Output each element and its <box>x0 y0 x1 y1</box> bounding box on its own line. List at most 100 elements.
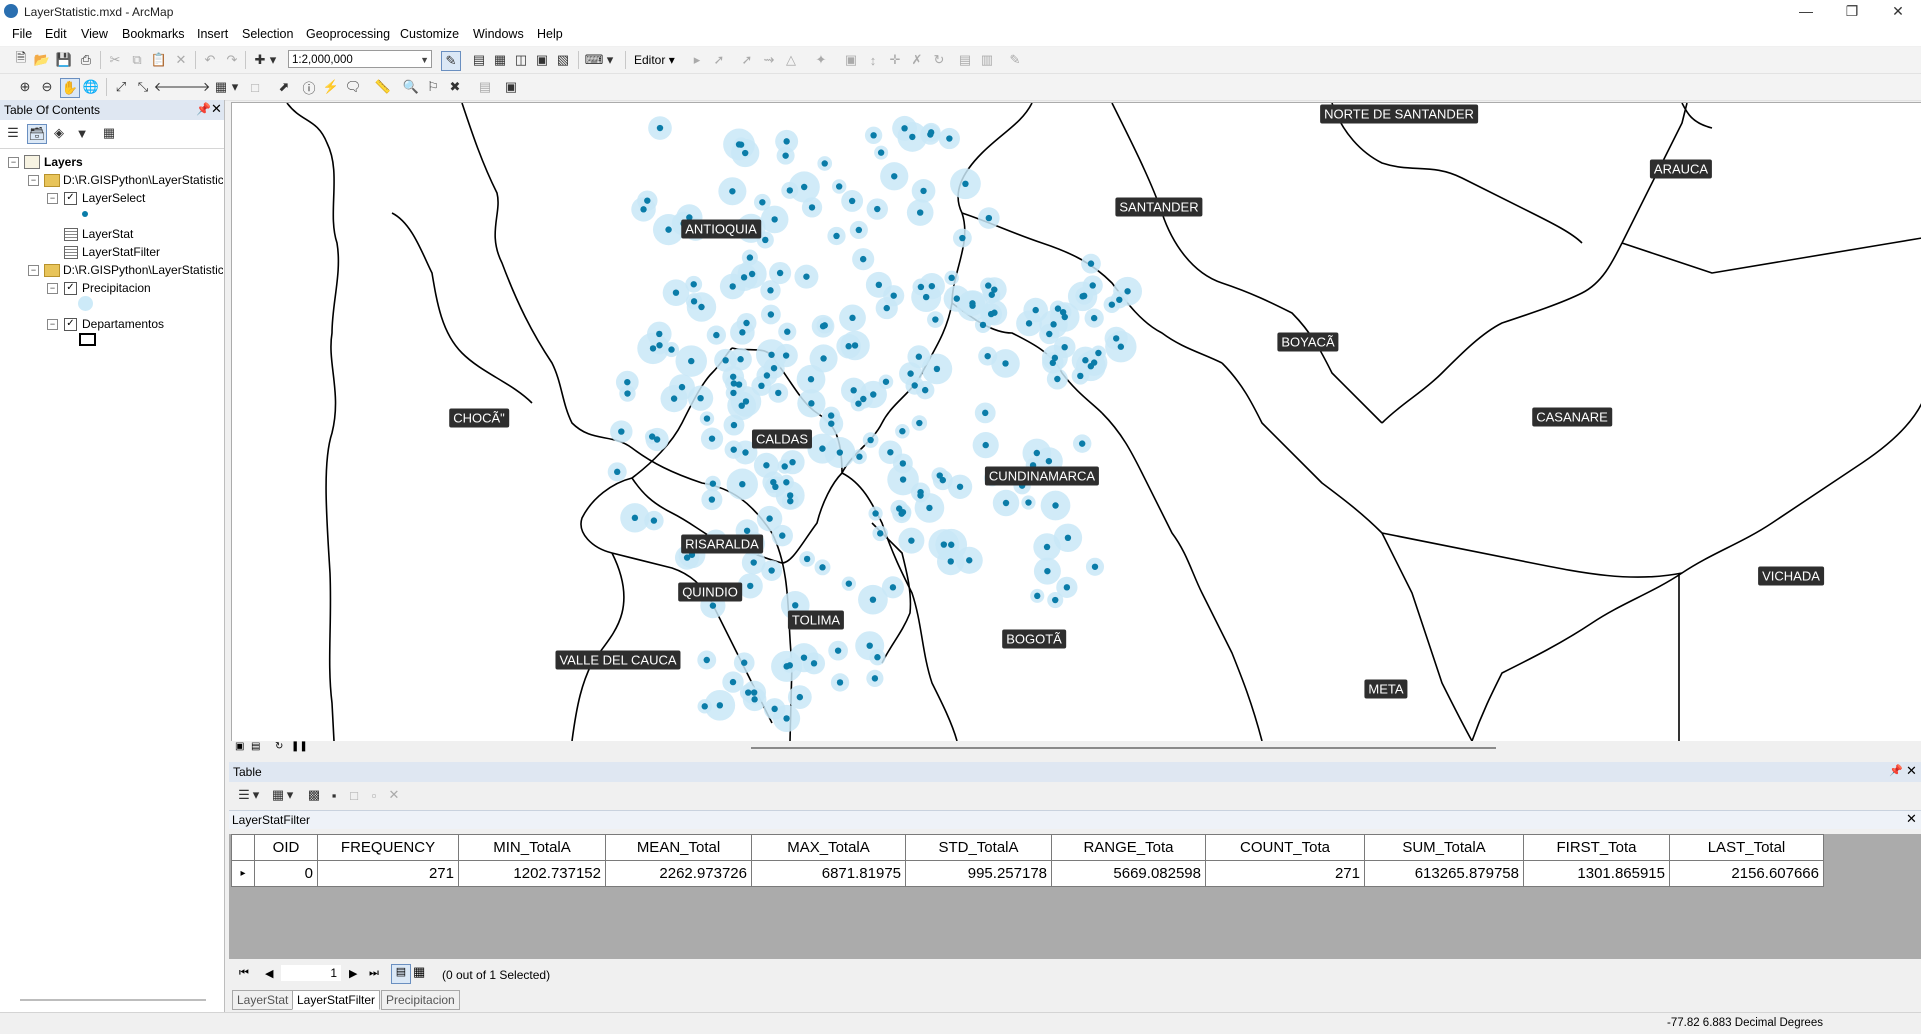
catalog-icon[interactable]: ▦ <box>491 51 509 69</box>
table-cell[interactable]: 6871.81975 <box>751 860 906 887</box>
arctoolbox-icon[interactable]: ▣ <box>533 51 551 69</box>
column-header[interactable]: FREQUENCY <box>317 834 459 861</box>
table-cell[interactable]: 2262.973726 <box>605 860 752 887</box>
model-builder-icon[interactable]: ⌨ <box>585 51 604 69</box>
last-record-icon[interactable]: ⏭ <box>369 967 379 980</box>
menu-windows[interactable]: Windows <box>473 27 524 41</box>
data-view-icon[interactable]: ▣ <box>235 741 244 752</box>
reshape-icon[interactable]: ↕ <box>864 51 882 69</box>
show-all-records-icon[interactable]: ▤ <box>391 964 411 984</box>
full-extent-icon[interactable]: 🌐 <box>82 78 100 96</box>
pin-icon[interactable]: 📌 <box>1889 764 1903 777</box>
cut-polygons-icon[interactable]: ✛ <box>886 51 904 69</box>
column-header[interactable]: COUNT_Tota <box>1205 834 1365 861</box>
viewer-window-icon[interactable]: ▣ <box>502 78 520 96</box>
undo-icon[interactable]: ↶ <box>201 51 219 69</box>
time-slider-icon[interactable]: ▤ <box>476 78 494 96</box>
show-selected-records-icon[interactable]: ▦ <box>413 964 425 980</box>
menu-file[interactable]: File <box>12 27 32 41</box>
find-route-icon[interactable]: ⚐ <box>424 78 442 96</box>
layout-view-icon[interactable]: ▤ <box>251 741 260 752</box>
list-by-selection-icon[interactable]: ▼ <box>73 124 91 142</box>
chevron-down-icon[interactable]: ▾ <box>605 51 615 69</box>
list-by-drawing-order-icon[interactable]: ☰ <box>4 124 22 142</box>
pause-icon[interactable]: ❚❚ <box>291 741 308 752</box>
menu-insert[interactable]: Insert <box>197 27 228 41</box>
open-folder-icon[interactable]: 📂 <box>33 51 51 69</box>
close-window-button[interactable]: ✕ <box>1875 0 1921 24</box>
find-icon[interactable]: 🔍 <box>402 78 420 96</box>
delete-selected-icon[interactable]: ✕ <box>385 786 403 804</box>
delete-icon[interactable]: ✕ <box>172 51 190 69</box>
clear-selection-icon[interactable]: □ <box>246 78 264 96</box>
hyperlink-icon[interactable]: ⚡ <box>322 78 340 96</box>
collapse-layerselect-toggle[interactable]: − <box>47 193 58 204</box>
table-cell[interactable]: 1202.737152 <box>458 860 606 887</box>
print-icon[interactable]: ⎙ <box>77 51 95 69</box>
precipitacion-visibility-checkbox[interactable]: ✓ <box>64 282 77 295</box>
split-tool-icon[interactable]: ✦ <box>812 51 830 69</box>
menu-view[interactable]: View <box>81 27 108 41</box>
switch-selection-icon[interactable]: ▪ <box>325 786 343 804</box>
trace-icon[interactable]: ⇝ <box>760 51 778 69</box>
table-cell[interactable]: 995.257178 <box>905 860 1052 887</box>
fixed-zoom-in-icon[interactable]: ⤢ <box>112 78 130 96</box>
collapse-group2-toggle[interactable]: − <box>28 265 39 276</box>
first-record-icon[interactable]: ⏮ <box>239 967 249 980</box>
menu-geoprocessing[interactable]: Geoprocessing <box>306 27 390 41</box>
table-row[interactable]: ▸ 0 271 1202.737152 2262.973726 6871.819… <box>231 860 1824 887</box>
create-features-icon[interactable]: ✎ <box>1006 51 1024 69</box>
column-header[interactable]: MIN_TotalA <box>458 834 606 861</box>
redo-icon[interactable]: ↷ <box>223 51 241 69</box>
tab-layerstatfilter[interactable]: LayerStatFilter <box>292 990 381 1010</box>
pan-icon[interactable]: ✋ <box>60 78 80 98</box>
close-icon[interactable]: ✕ <box>1906 763 1917 779</box>
column-header[interactable]: RANGE_Tota <box>1051 834 1206 861</box>
column-header[interactable]: STD_TotalA <box>905 834 1052 861</box>
measure-icon[interactable]: 📏 <box>374 78 392 96</box>
toc-layer-layerselect[interactable]: LayerSelect <box>82 191 145 205</box>
toc-table-layerstat[interactable]: LayerStat <box>82 227 133 241</box>
record-number-input[interactable]: 1 <box>281 965 341 981</box>
column-header[interactable]: MAX_TotalA <box>751 834 906 861</box>
table-cell[interactable]: 271 <box>1205 860 1365 887</box>
paste-icon[interactable]: 📋 <box>150 51 168 69</box>
map-scale-combobox[interactable]: 1:2,000,000 ▼ <box>288 50 432 68</box>
identify-icon[interactable]: ⓘ <box>300 78 318 96</box>
straight-segment-icon[interactable]: ➚ <box>738 51 756 69</box>
toc-layers-root[interactable]: Layers <box>44 155 83 169</box>
collapse-precipitacion-toggle[interactable]: − <box>47 283 58 294</box>
list-by-source-icon[interactable]: 🗃 <box>27 124 47 144</box>
sketch-properties-icon[interactable]: ▥ <box>978 51 996 69</box>
table-cell[interactable]: 613265.879758 <box>1364 860 1524 887</box>
row-selector[interactable]: ▸ <box>231 860 255 887</box>
select-elements-icon[interactable]: ⬈ <box>275 78 293 96</box>
collapse-layers-toggle[interactable]: − <box>8 157 19 168</box>
toc-layer-precipitacion[interactable]: Precipitacion <box>82 281 151 295</box>
cut-icon[interactable]: ✂ <box>106 51 124 69</box>
table-cell[interactable]: 5669.082598 <box>1051 860 1206 887</box>
search-window-icon[interactable]: ◫ <box>512 51 530 69</box>
toc-scrollbar[interactable] <box>20 999 206 1001</box>
restore-button[interactable]: ❐ <box>1829 0 1875 24</box>
copy-icon[interactable]: ⧉ <box>128 51 146 69</box>
edit-vertices-icon[interactable]: ▣ <box>842 51 860 69</box>
list-by-visibility-icon[interactable]: ◈ <box>50 124 68 142</box>
column-header[interactable]: FIRST_Tota <box>1523 834 1670 861</box>
menu-help[interactable]: Help <box>537 27 563 41</box>
options-icon[interactable]: ▦ <box>100 124 118 142</box>
table-cell[interactable]: 2156.607666 <box>1669 860 1824 887</box>
editor-toolbar-icon[interactable]: ✎ <box>441 51 461 71</box>
new-document-icon[interactable]: 🗎 <box>12 50 30 69</box>
column-header[interactable]: OID <box>254 834 318 861</box>
toc-table-layerstatfilter[interactable]: LayerStatFilter <box>82 245 160 259</box>
table-of-contents-icon[interactable]: ▤ <box>470 51 488 69</box>
rotate-icon[interactable]: ↻ <box>930 51 948 69</box>
layerselect-visibility-checkbox[interactable]: ✓ <box>64 192 77 205</box>
row-selector-header[interactable] <box>231 834 255 861</box>
departamentos-visibility-checkbox[interactable]: ✓ <box>64 318 77 331</box>
minimize-button[interactable]: — <box>1783 0 1829 24</box>
select-by-attributes-icon[interactable]: ▩ <box>305 786 323 804</box>
split-icon[interactable]: ✗ <box>908 51 926 69</box>
menu-customize[interactable]: Customize <box>400 27 459 41</box>
